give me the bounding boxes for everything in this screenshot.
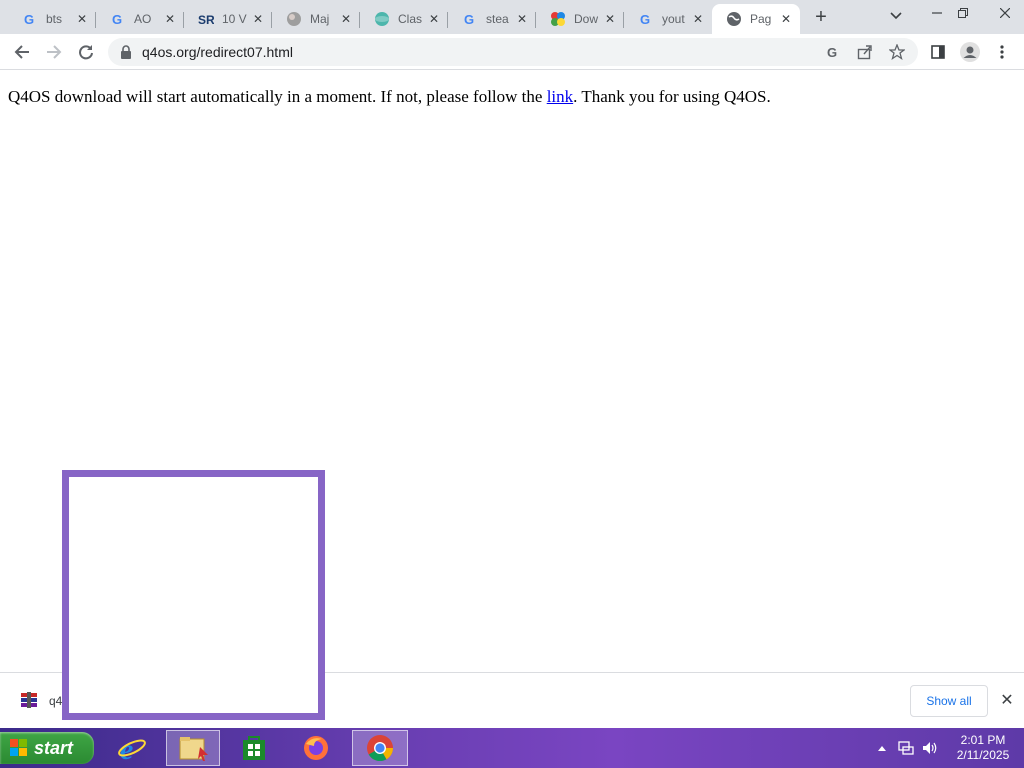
- show-hidden-icons-icon[interactable]: [878, 745, 886, 751]
- tab-label: bts: [46, 12, 63, 26]
- restore-icon[interactable]: [948, 0, 978, 26]
- side-panel-icon[interactable]: [928, 42, 948, 62]
- tab-1[interactable]: G bts ✕: [8, 4, 96, 34]
- google-icon: G: [638, 11, 654, 27]
- volume-icon[interactable]: [922, 740, 938, 756]
- back-arrow-icon[interactable]: [10, 40, 34, 64]
- close-icon[interactable]: ✕: [426, 11, 442, 27]
- address-bar[interactable]: q4os.org/redirect07.html G: [108, 38, 918, 66]
- tab-active[interactable]: Pag ✕: [712, 4, 800, 34]
- network-icon[interactable]: [898, 740, 914, 756]
- tab-label: 10 V: [222, 12, 247, 26]
- tab-4[interactable]: Maj ✕: [272, 4, 360, 34]
- chrome-icon[interactable]: [352, 730, 408, 766]
- download-message: Q4OS download will start automatically i…: [8, 87, 771, 107]
- svg-text:G: G: [112, 12, 122, 26]
- close-icon[interactable]: ✕: [514, 11, 530, 27]
- close-download-bar-icon[interactable]: ✕: [998, 691, 1016, 709]
- forward-arrow-icon[interactable]: [42, 40, 66, 64]
- windows-flag-icon: [10, 739, 27, 756]
- tab-8[interactable]: G yout ✕: [624, 4, 712, 34]
- globe-teal-icon: [374, 11, 390, 27]
- clock-date: 2/11/2025: [956, 748, 1010, 762]
- tab-3[interactable]: SR 10 V ✕: [184, 4, 272, 34]
- archive-file-icon[interactable]: [20, 691, 38, 714]
- svg-text:G: G: [640, 12, 650, 26]
- q4os-logo-icon: [550, 11, 566, 27]
- grey-favicon-icon: [286, 11, 302, 27]
- tab-label: Maj: [310, 12, 330, 26]
- close-icon[interactable]: ✕: [250, 11, 266, 27]
- share-icon[interactable]: [856, 43, 874, 61]
- reload-icon[interactable]: [74, 40, 98, 64]
- overlay-box: [62, 470, 325, 720]
- taskbar: start e 2:01 PM 2/11/2025: [0, 728, 1024, 768]
- start-button[interactable]: start: [0, 732, 94, 764]
- svg-text:G: G: [827, 45, 837, 59]
- download-link[interactable]: link: [547, 87, 573, 106]
- sr-logo-icon: SR: [198, 11, 214, 27]
- message-text-after: . Thank you for using Q4OS.: [573, 87, 771, 106]
- svg-text:G: G: [464, 12, 474, 26]
- microsoft-store-icon[interactable]: [230, 730, 278, 766]
- tab-strip: G bts ✕ G AO ✕ SR 10 V ✕ Maj ✕ Clas ✕ G …: [0, 0, 1024, 34]
- message-text-before: Q4OS download will start automatically i…: [8, 87, 547, 106]
- tab-label: yout: [662, 12, 685, 26]
- firefox-icon[interactable]: [292, 730, 340, 766]
- tab-7[interactable]: Dow ✕: [536, 4, 624, 34]
- close-window-icon[interactable]: [986, 0, 1024, 26]
- tab-label: Dow: [574, 12, 599, 26]
- google-icon: G: [22, 11, 38, 27]
- svg-text:G: G: [24, 12, 34, 26]
- close-icon[interactable]: ✕: [162, 11, 178, 27]
- tab-label: Clas: [398, 12, 423, 26]
- new-tab-button[interactable]: +: [810, 6, 832, 28]
- close-icon[interactable]: ✕: [338, 11, 354, 27]
- tab-search-chevron-icon[interactable]: [890, 9, 902, 23]
- tab-6[interactable]: G stea ✕: [448, 4, 536, 34]
- close-icon[interactable]: ✕: [690, 11, 706, 27]
- google-translate-icon[interactable]: G: [824, 43, 842, 61]
- close-icon[interactable]: ✕: [778, 11, 794, 27]
- internet-explorer-icon[interactable]: e: [108, 730, 156, 766]
- clock-time: 2:01 PM: [960, 733, 1006, 747]
- show-all-button[interactable]: Show all: [910, 685, 988, 717]
- file-explorer-icon[interactable]: [166, 730, 220, 766]
- tab-label: Pag: [750, 12, 772, 26]
- profile-avatar-icon[interactable]: [960, 42, 980, 62]
- google-icon: G: [462, 11, 478, 27]
- google-icon: G: [110, 11, 126, 27]
- more-menu-icon[interactable]: [992, 42, 1012, 62]
- tab-label: AO: [134, 12, 152, 26]
- lock-icon[interactable]: [120, 45, 132, 64]
- browser-toolbar: q4os.org/redirect07.html G: [0, 34, 1024, 70]
- svg-text:SR: SR: [198, 13, 214, 26]
- globe-icon: [726, 11, 742, 27]
- download-file-name[interactable]: q4: [49, 694, 62, 708]
- tab-label: stea: [486, 12, 509, 26]
- tab-2[interactable]: G AO ✕: [96, 4, 184, 34]
- close-icon[interactable]: ✕: [74, 11, 90, 27]
- start-label: start: [34, 737, 74, 758]
- tab-5[interactable]: Clas ✕: [360, 4, 448, 34]
- clock[interactable]: 2:01 PM 2/11/2025: [944, 733, 1022, 763]
- bookmark-star-icon[interactable]: [888, 43, 906, 61]
- close-icon[interactable]: ✕: [602, 11, 618, 27]
- url-text[interactable]: q4os.org/redirect07.html: [142, 44, 293, 60]
